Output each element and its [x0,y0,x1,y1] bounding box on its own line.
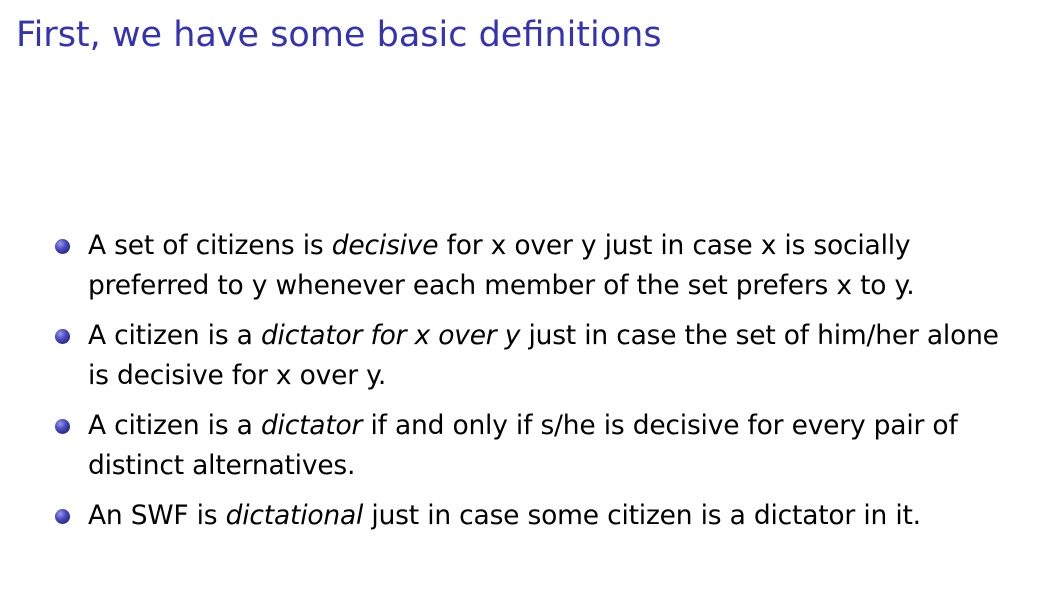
defined-term: dictator for x over y [260,320,521,351]
bullet-line: A citizen is a dictator if and only if s… [88,406,1054,446]
definitions-list: A set of citizens is decisive for x over… [0,226,1054,546]
circle-bullet-icon [55,419,70,434]
bullet-line: A citizen is a dictator for x over y jus… [88,316,1054,356]
bullet-line: is decisive for x over y. [88,360,387,391]
circle-bullet-icon [55,239,70,254]
defined-term: dictational [225,500,364,531]
circle-bullet-icon [55,509,70,524]
text-run: A citizen is a [88,410,261,441]
bullet-line: An SWF is dictational just in case some … [88,496,1054,536]
text-run: for x over y just in case x is socially [438,230,911,261]
defined-term: decisive [331,230,439,261]
bullet-line: A set of citizens is decisive for x over… [88,226,1054,266]
text-run: A set of citizens is [88,230,332,261]
text-run: just in case some citizen is a dictator … [363,500,921,531]
text-run: An SWF is [88,500,226,531]
list-item: An SWF is dictational just in case some … [0,496,1054,536]
list-item: A citizen is a dictator for x over y jus… [0,316,1054,396]
bullet-line: distinct alternatives. [88,450,356,481]
circle-bullet-icon [55,329,70,344]
defined-term: dictator [260,410,363,441]
text-run: A citizen is a [88,320,261,351]
list-item: A set of citizens is decisive for x over… [0,226,1054,306]
slide-title: First, we have some basic definitions [16,15,662,55]
slide: First, we have some basic definitions A … [0,0,1054,593]
bullet-line: preferred to y whenever each member of t… [88,270,915,301]
text-run: if and only if s/he is decisive for ever… [362,410,958,441]
list-item: A citizen is a dictator if and only if s… [0,406,1054,486]
text-run: just in case the set of him/her alone [520,320,999,351]
